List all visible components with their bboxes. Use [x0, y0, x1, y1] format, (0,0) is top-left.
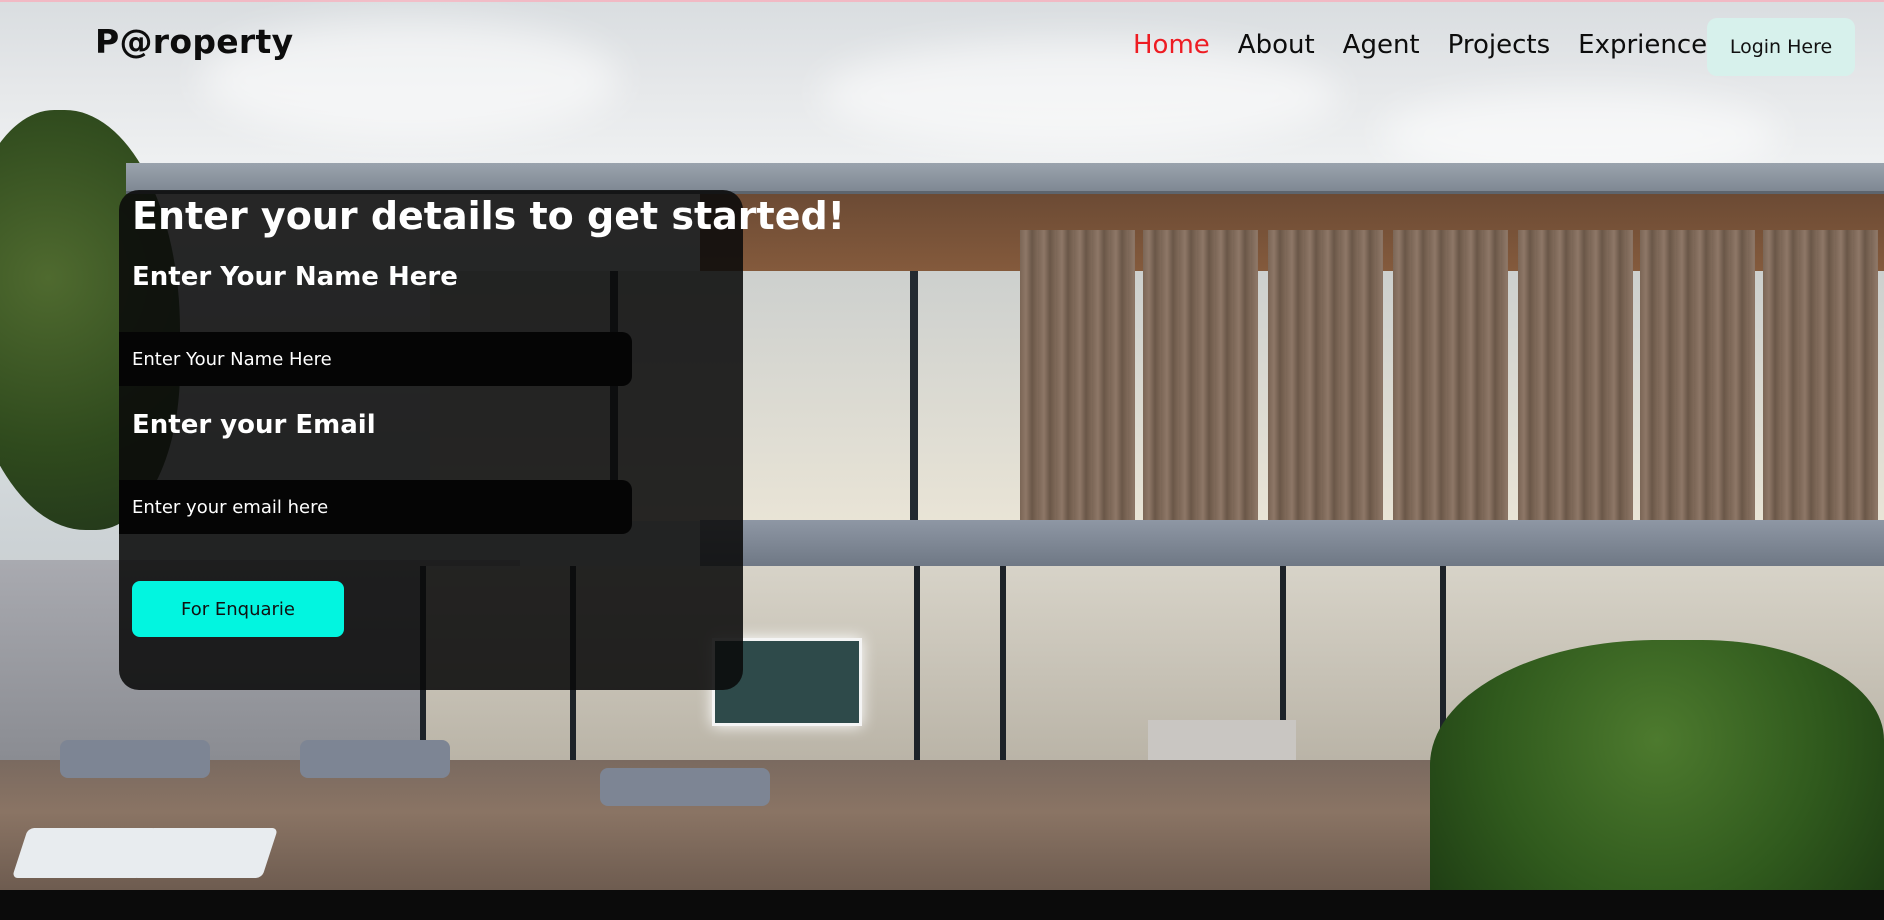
nav-projects-link[interactable]: Projects — [1448, 30, 1551, 60]
site-logo[interactable]: P@roperty — [95, 22, 293, 61]
enquiry-form-card: Enter your details to get started! Enter… — [119, 190, 845, 690]
main-nav: Home About Agent Projects Exprience — [1133, 30, 1707, 60]
nav-about-link[interactable]: About — [1238, 30, 1315, 60]
nav-experience-link[interactable]: Exprience — [1578, 30, 1707, 60]
form-heading: Enter your details to get started! — [132, 194, 846, 238]
nav-home-link[interactable]: Home — [1133, 30, 1210, 60]
enquire-button[interactable]: For Enquarie — [132, 581, 344, 637]
name-label: Enter Your Name Here — [132, 262, 458, 292]
nav-agent-link[interactable]: Agent — [1343, 30, 1420, 60]
top-border — [0, 0, 1884, 2]
name-input[interactable] — [119, 332, 632, 386]
email-label: Enter your Email — [132, 410, 376, 440]
bottom-bar — [0, 890, 1884, 920]
email-input[interactable] — [119, 480, 632, 534]
login-button[interactable]: Login Here — [1707, 18, 1855, 76]
